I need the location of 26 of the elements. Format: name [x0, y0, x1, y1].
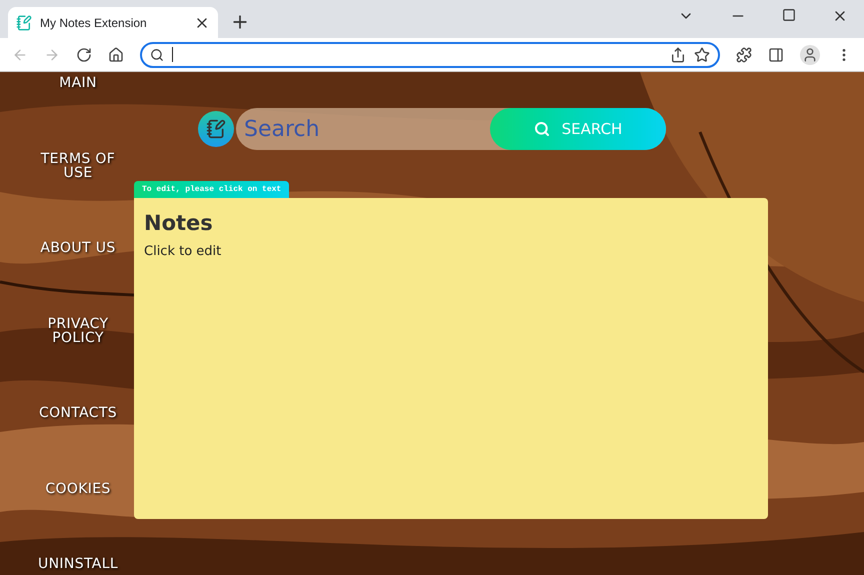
extensions-icon[interactable]	[736, 46, 752, 62]
search-icon	[150, 48, 164, 62]
nav-link[interactable]: CONTACTS	[38, 406, 118, 420]
note-title: Notes	[144, 210, 214, 237]
browser-tab[interactable]: My Notes Extension	[8, 7, 218, 38]
note-card[interactable]: Notes Click to edit	[134, 198, 768, 519]
nav-link[interactable]: ABOUT US	[40, 241, 116, 255]
nav-link[interactable]: MAIN	[59, 76, 97, 90]
note-body: Click to edit	[144, 242, 222, 260]
nav-link[interactable]: UNINSTALL	[38, 557, 118, 571]
notebook-icon	[16, 14, 32, 30]
maximize-icon[interactable]	[782, 8, 796, 22]
tab-title: My Notes Extension	[40, 14, 148, 32]
reload-icon[interactable]	[76, 46, 92, 62]
nav-link[interactable]: TERMS OF USE	[30, 152, 126, 180]
text-cursor	[172, 47, 173, 62]
profile-icon[interactable]	[800, 44, 820, 64]
nav-link[interactable]: PRIVACY POLICY	[30, 316, 126, 344]
nav-link[interactable]: COOKIES	[45, 482, 111, 496]
side-panel-icon[interactable]	[768, 46, 784, 62]
bookmark-icon[interactable]	[694, 46, 710, 62]
edit-hint: To edit, please click on text	[134, 181, 290, 198]
share-icon[interactable]	[670, 46, 686, 62]
search-icon	[534, 121, 550, 137]
home-icon[interactable]	[108, 46, 124, 62]
address-bar[interactable]	[140, 42, 720, 68]
